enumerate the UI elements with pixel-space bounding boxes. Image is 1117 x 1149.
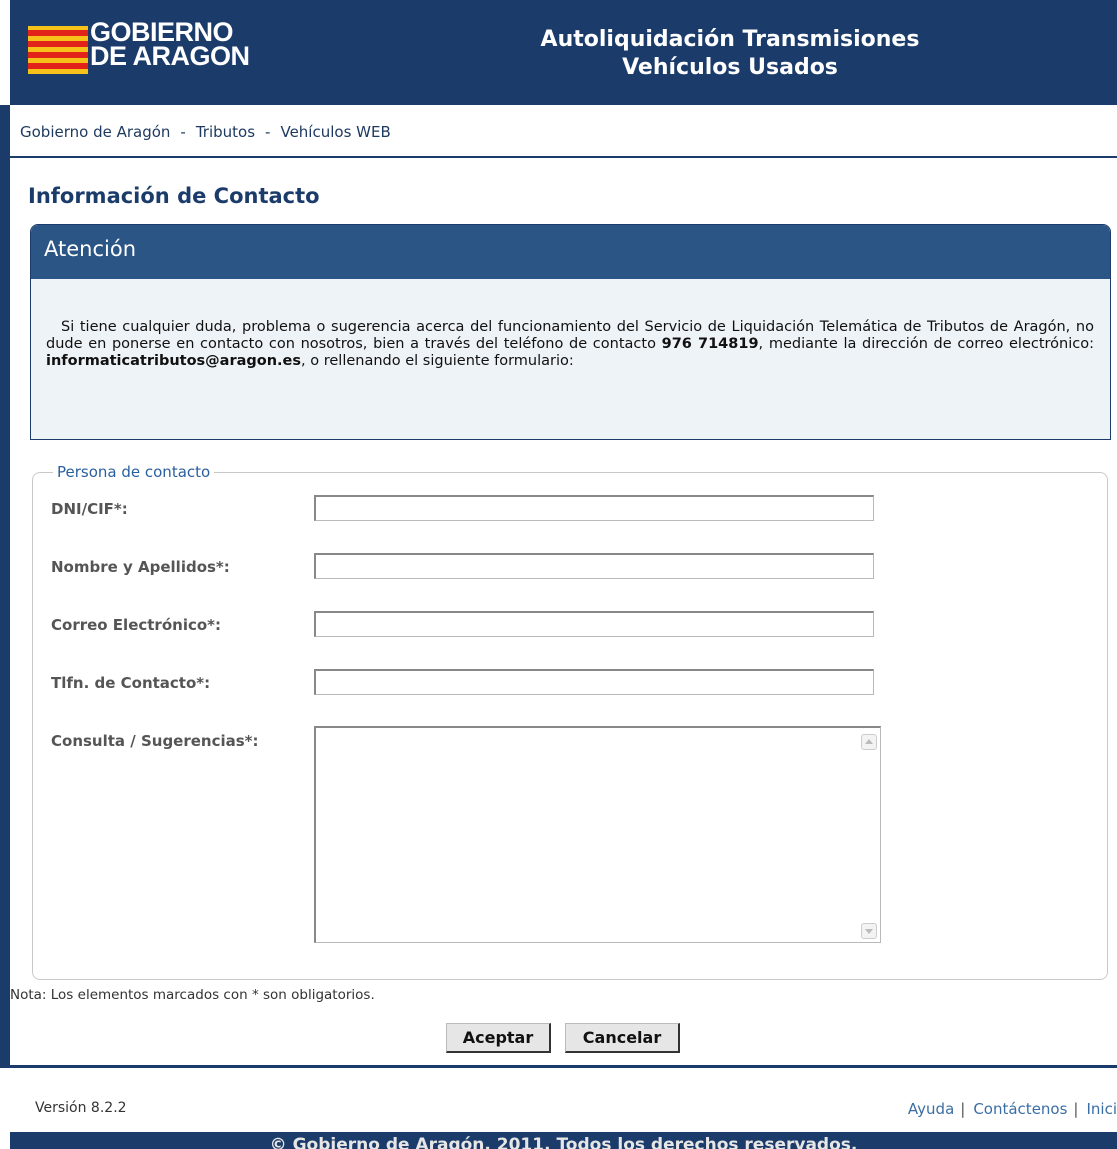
page-title: Información de Contacto [28,184,320,208]
footer-separator: | [1073,1100,1079,1118]
attention-panel: Atención Si tiene cualquier duda, proble… [30,224,1111,440]
scroll-up-arrow-icon[interactable] [861,734,877,750]
phone-input[interactable] [314,669,874,695]
full-name-input[interactable] [314,553,874,579]
help-link[interactable]: Ayuda [908,1100,954,1118]
app-title-line-1: Autoliquidación Transmisiones [540,27,920,52]
contact-link[interactable]: Contáctenos [973,1100,1067,1118]
app-header: GOBIERNO DE ARAGON Autoliquidación Trans… [10,0,1117,105]
breadcrumb-vehiculos-web[interactable]: Vehículos WEB [280,123,390,141]
contact-person-fieldset: Persona de contacto DNI/CIF*: Nombre y A… [32,463,1108,980]
breadcrumb-separator: - [265,123,271,141]
cancel-button[interactable]: Cancelar [565,1023,680,1053]
attention-text-2: , mediante la dirección de correo electr… [758,336,1094,352]
email-label: Correo Electrónico*: [51,616,221,634]
footer-separator: | [960,1100,966,1118]
attention-message: Si tiene cualquier duda, problema o suge… [46,319,1094,370]
main-content: Información de Contacto Atención Si tien… [0,158,1117,1068]
footer-bar: © Gobierno de Aragón. 2011. Todos los de… [10,1132,1117,1149]
footer-links: Ayuda | Contáctenos | Inici [908,1100,1117,1118]
attention-panel-header: Atención [31,225,1110,279]
app-title-line-2: Vehículos Usados [622,55,838,80]
dni-cif-label: DNI/CIF*: [51,500,128,518]
inquiry-textarea[interactable] [314,726,881,943]
fieldset-legend: Persona de contacto [53,463,215,481]
contact-phone: 976 714819 [661,336,759,352]
inquiry-label: Consulta / Sugerencias*: [51,732,259,750]
version-label: Versión 8.2.2 [35,1100,127,1116]
dni-cif-input[interactable] [314,495,874,521]
home-link[interactable]: Inici [1086,1100,1117,1118]
aragon-flag-icon [28,26,88,74]
navigation-bar: Gobierno de Aragón - Tributos - Vehículos WE… [0,105,1117,158]
phone-label: Tlfn. de Contacto*: [51,674,211,692]
breadcrumb-gobierno-de-aragon[interactable]: Gobierno de Aragón [20,123,170,141]
accept-button[interactable]: Aceptar [446,1023,551,1053]
breadcrumb: Gobierno de Aragón - Tributos - Vehículos WE… [20,123,391,141]
full-name-label: Nombre y Apellidos*: [51,558,230,576]
email-input[interactable] [314,611,874,637]
contact-email: informaticatributos@aragon.es [46,353,302,369]
required-fields-note: Nota: Los elementos marcados con * son o… [10,987,375,1003]
logo-line-2: DE ARAGON [90,41,250,71]
breadcrumb-separator: - [180,123,186,141]
copyright-text: © Gobierno de Aragón. 2011. Todos los de… [269,1135,858,1149]
logo-text: GOBIERNO DE ARAGON [90,19,250,71]
app-title: Autoliquidación Transmisiones Vehículos … [480,26,980,82]
gobierno-aragon-logo[interactable]: GOBIERNO DE ARAGON [28,19,268,78]
attention-title: Atención [44,237,136,261]
attention-text-3: , o rellenando el siguiente formulario: [301,353,574,369]
scroll-down-arrow-icon[interactable] [861,923,877,939]
breadcrumb-tributos[interactable]: Tributos [196,123,255,141]
